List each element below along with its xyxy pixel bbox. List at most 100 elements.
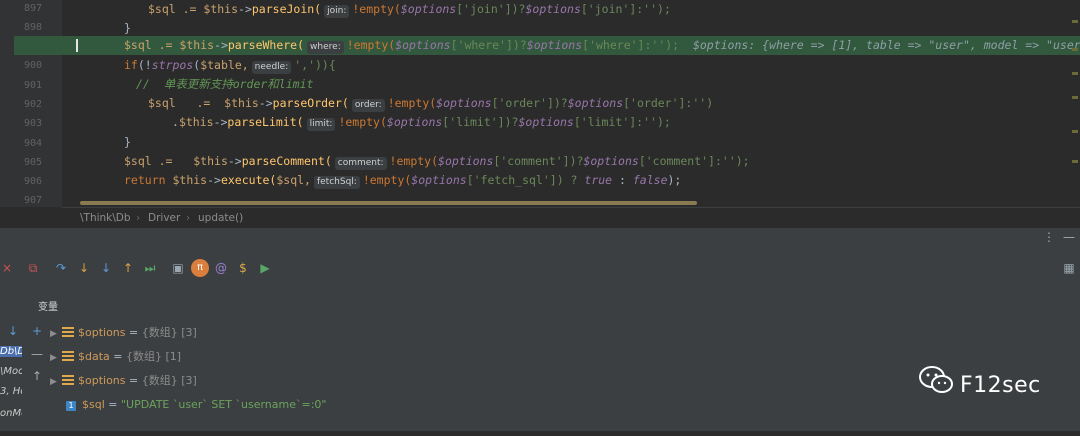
code-token: $options — [567, 96, 624, 110]
code-token: (! — [137, 58, 152, 72]
run-to-cursor-icon[interactable]: ⏭ — [143, 261, 157, 275]
resume-icon[interactable]: ▶ — [258, 261, 272, 275]
frame-item[interactable]: Db\D — [0, 346, 22, 357]
code-token: !empty( — [346, 38, 396, 52]
variable-name: $options — [78, 326, 126, 339]
frame-item[interactable]: 3, Ho — [0, 386, 22, 397]
code-token: : — [612, 173, 633, 187]
console-icon[interactable]: ▣ — [171, 261, 185, 275]
breadcrumb: \Think\Db › Driver › update() — [62, 207, 1080, 228]
frame-item[interactable]: \Moo — [0, 366, 22, 377]
code-token: $this — [224, 96, 259, 110]
parameter-hint: order: — [351, 99, 385, 112]
code-token: $options — [438, 154, 494, 168]
add-watch-icon[interactable]: + — [30, 324, 44, 338]
frames-list: Db\D \Moo 3, Ho onMe — [0, 346, 22, 436]
step-over-icon[interactable]: ↷ — [54, 261, 68, 275]
code-token: $sql .= — [124, 154, 194, 168]
frame-up-icon[interactable]: ↑ — [30, 369, 44, 383]
line-number: 905 — [23, 157, 42, 168]
code-token: $options — [436, 96, 492, 110]
variable-row[interactable]: ▶ $data = {数组} [1] — [50, 348, 181, 366]
code-token: } — [124, 21, 131, 35]
code-token: $this — [178, 115, 214, 129]
line-number: 902 — [23, 99, 42, 110]
line-gutter[interactable]: 897 898 899 900 901 902 903 904 905 906 … — [0, 0, 62, 207]
minimize-icon[interactable]: — — [1062, 230, 1076, 244]
remove-watch-icon[interactable]: — — [30, 347, 44, 361]
code-token: if — [124, 58, 138, 72]
frame-down-icon[interactable]: ↓ — [6, 324, 20, 338]
horizontal-scrollbar[interactable] — [80, 201, 697, 205]
variable-row[interactable]: ▶ $options = {数组} [3] — [50, 372, 197, 390]
chevron-right-icon[interactable]: ▶ — [50, 349, 62, 367]
code-token: -> — [238, 2, 252, 16]
code-token: } — [124, 135, 131, 149]
array-icon — [62, 375, 74, 385]
code-token: parseLimit( — [227, 115, 304, 129]
watermark-text: F12sec — [960, 373, 1041, 398]
code-editor[interactable]: 897 898 899 900 901 902 903 904 905 906 … — [0, 0, 1080, 207]
code-token: -> — [258, 96, 273, 110]
dollar-icon[interactable]: $ — [236, 261, 250, 275]
wechat-logo-icon — [919, 366, 953, 393]
code-token: execute( — [220, 173, 277, 187]
code-line-899-current[interactable]: $sql .= $this->parseWhere(where: !empty($… — [14, 36, 1080, 55]
breadcrumb-item[interactable]: Driver — [148, 212, 180, 224]
breadcrumb-item[interactable]: \Think\Db — [80, 212, 131, 224]
code-line-906[interactable]: return $this->execute($sql, fetchSql: !emp… — [76, 171, 1080, 190]
code-line-900[interactable]: if(!strpos($table, needle: ',')){ — [76, 56, 1080, 75]
code-token: $this — [172, 173, 208, 187]
code-line-897[interactable]: $sql .= $this->parseJoin(join: !empty($op… — [76, 0, 1080, 19]
code-token: parseWhere( — [227, 38, 305, 52]
line-number: 900 — [23, 60, 42, 71]
scroll-marker — [1072, 130, 1078, 133]
line-number: 898 — [23, 22, 42, 33]
code-token: $options — [386, 115, 443, 129]
code-line-901[interactable]: // 单表更新支持order和limit — [76, 75, 1080, 94]
chevron-right-icon[interactable]: ▶ — [50, 325, 62, 343]
layout-icon[interactable]: ▦ — [1062, 261, 1076, 275]
scroll-marker — [1072, 96, 1078, 99]
breadcrumb-item[interactable]: update() — [198, 212, 243, 224]
variables-pane-label: 变量 — [38, 302, 58, 313]
frame-item[interactable]: onMe — [0, 408, 22, 419]
scroll-marker — [1072, 20, 1078, 23]
code-token: $sql .= — [148, 2, 204, 16]
code-line-903[interactable]: .$this->parseLimit(limit: !empty($options… — [76, 113, 1080, 132]
evaluate-expression-icon[interactable]: π — [191, 259, 209, 277]
code-token: -> — [227, 154, 242, 168]
variable-type: {数组} — [126, 350, 162, 363]
force-step-into-icon[interactable]: ↓ — [99, 261, 113, 275]
code-token: ['order']:'') — [623, 96, 714, 110]
code-line-902[interactable]: $sql .= $this->parseOrder(order: !empty($… — [76, 94, 1080, 113]
scroll-marker — [1072, 160, 1078, 163]
chevron-right-icon: › — [186, 212, 191, 224]
close-icon[interactable]: × — [0, 261, 14, 275]
code-token: ['order'])? — [491, 96, 568, 110]
code-token: parseJoin( — [251, 2, 322, 16]
array-icon — [62, 327, 74, 337]
variable-name: $options — [78, 374, 126, 387]
chevron-right-icon[interactable]: ▶ — [50, 373, 62, 391]
code-token: ['comment']:''); — [638, 154, 750, 168]
vertical-scrollbar[interactable] — [1072, 0, 1078, 200]
primitive-icon: 1 — [66, 401, 76, 411]
stop-icon[interactable]: ⧉ — [26, 261, 40, 275]
line-number: 906 — [23, 176, 42, 187]
code-token: $options — [411, 173, 467, 187]
code-token: $this — [179, 38, 215, 52]
code-token: !empty( — [387, 96, 437, 110]
more-options-icon[interactable]: ⋮ — [1042, 230, 1056, 244]
code-line-905[interactable]: $sql .= $this->parseComment(comment: !emp… — [76, 152, 1080, 171]
code-token: ); — [667, 173, 682, 187]
step-out-icon[interactable]: ↑ — [121, 261, 135, 275]
variable-row[interactable]: ▶ $options = {数组} [3] — [50, 324, 197, 342]
code-comment: // 单表更新支持order和limit — [136, 77, 314, 91]
watch-icon[interactable]: @ — [214, 261, 228, 275]
text-caret — [76, 39, 78, 52]
step-into-icon[interactable]: ↓ — [77, 261, 91, 275]
code-line-904[interactable]: } — [76, 133, 1080, 152]
variable-row[interactable]: 1 $sql = "UPDATE `user` SET `username`=:0… — [50, 396, 326, 414]
parameter-hint: where: — [307, 41, 344, 54]
